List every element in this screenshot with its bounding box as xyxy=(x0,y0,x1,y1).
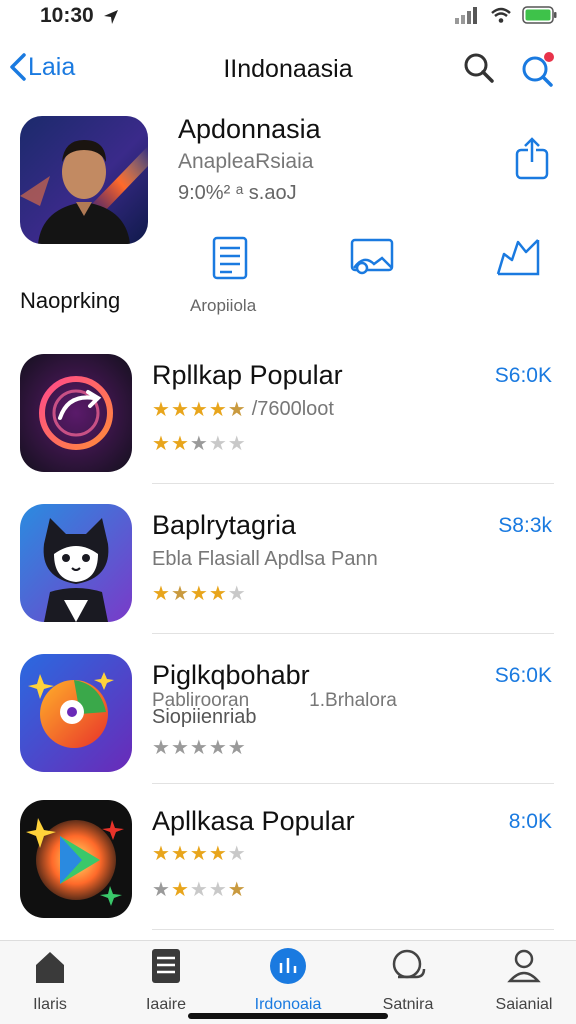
app-icon-3 xyxy=(20,654,132,772)
tab-chat[interactable]: Satnira xyxy=(358,947,458,1014)
app-rating-row: ★ ★ ★ ★ ★ xyxy=(152,844,246,864)
tab-label: Saianial xyxy=(495,996,553,1013)
app-title: Baplrytagria xyxy=(152,510,297,540)
profile-photo xyxy=(20,116,148,244)
wifi-icon xyxy=(491,7,511,23)
app-row[interactable]: Rpllkap Popular ★ ★ ★ ★ ★ /7600loot ★ ★ ★ ★ ★ S6… xyxy=(0,352,576,500)
signal-icon xyxy=(455,7,477,24)
app-subtitle: Ebla Flasiall Apdlsa Pann xyxy=(152,548,378,570)
search-icon[interactable] xyxy=(462,51,496,85)
image-icon[interactable] xyxy=(348,234,396,278)
document-icon[interactable] xyxy=(210,234,250,282)
play-icon xyxy=(20,800,132,918)
tab-label: Satnira xyxy=(382,996,434,1013)
status-bar: 10:30 xyxy=(0,0,576,34)
divider xyxy=(152,483,554,484)
apps-icon xyxy=(270,948,306,984)
rating-stars: ★ ★ ★ ★ ★ xyxy=(152,737,246,759)
tab-list[interactable]: Iaaire xyxy=(116,947,216,1014)
app-row[interactable]: Apllkasa Popular ★ ★ ★ ★ ★ ★ ★ ★ ★ ★ 8:0K xyxy=(0,798,576,946)
app-title: Apllkasa Popular xyxy=(152,806,355,836)
app-secondary-rating: ★ ★ ★ ★ ★ xyxy=(152,584,246,605)
battery-icon xyxy=(522,6,557,24)
app-row[interactable]: Baplrytagria Ebla Flasiall Apdlsa Pann ★… xyxy=(0,502,576,650)
featured-action-label: Aropiiola xyxy=(190,296,257,315)
navigation-arrow-icon xyxy=(104,10,118,24)
status-time: 10:30 xyxy=(40,4,94,27)
tab-home[interactable]: Ilaris xyxy=(0,947,100,1014)
app-downloads: /7600loot xyxy=(251,398,334,420)
home-icon xyxy=(36,952,64,983)
download-size-button[interactable]: S8:3k xyxy=(498,514,552,538)
divider xyxy=(152,783,554,784)
nav-bar: Laia IIndonaasia xyxy=(0,40,576,96)
avatar[interactable] xyxy=(20,116,148,244)
divider xyxy=(152,929,554,930)
featured-subtitle: AnapleaRsiaia xyxy=(178,150,314,173)
app-subtitle-b: 1.Brhalora xyxy=(309,690,397,711)
app-title: Rpllkap Popular xyxy=(152,360,343,390)
chart-icon[interactable] xyxy=(494,234,542,278)
rating-stars: ★ ★ ★ ★ ★ xyxy=(152,398,246,421)
rating-stars: ★ ★ ★ ★ ★ xyxy=(152,879,246,901)
download-size-button[interactable]: 8:0K xyxy=(509,810,552,834)
target-icon xyxy=(20,354,132,472)
list-icon xyxy=(152,949,180,983)
tab-profile[interactable]: Saianial xyxy=(474,947,574,1014)
tab-indonesia[interactable]: Irdonoaia xyxy=(238,947,338,1014)
tab-label: Irdonoaia xyxy=(254,996,322,1013)
game-icon xyxy=(20,654,132,772)
rating-stars: ★ ★ ★ ★ ★ xyxy=(152,843,246,865)
tab-label: Iaaire xyxy=(145,996,187,1013)
app-icon-4 xyxy=(20,800,132,918)
profile-icon xyxy=(507,949,541,983)
cat-icon xyxy=(20,504,132,622)
app-row[interactable]: Piglkqbohabr Pablirooran 1.Brhalora Siop… xyxy=(0,652,576,800)
status-icons xyxy=(454,6,558,24)
app-rating-row: ★ ★ ★ ★ ★ /7600loot xyxy=(152,398,334,421)
featured-meta: 9:0%² ᵃ s.aoJ xyxy=(178,182,297,204)
share-icon[interactable] xyxy=(512,136,552,180)
tab-bar: Ilaris Iaaire Irdonoaia Satnira Saianial xyxy=(0,940,576,1024)
featured-header: Apdonnasia AnapleaRsiaia 9:0%² ᵃ s.aoJ N… xyxy=(0,112,576,332)
featured-caption: Naoprking xyxy=(20,288,121,313)
app-title: Piglkqbohabr xyxy=(152,660,310,690)
divider xyxy=(152,633,554,634)
download-size-button[interactable]: S6:0K xyxy=(495,364,552,388)
featured-title: Apdonnasia xyxy=(178,114,321,144)
app-icon-2 xyxy=(20,504,132,622)
home-indicator[interactable] xyxy=(188,1013,388,1019)
rating-stars: ★ ★ ★ ★ ★ xyxy=(152,583,246,605)
tab-label: Ilaris xyxy=(33,996,67,1013)
app-secondary-rating: ★ ★ ★ ★ ★ xyxy=(152,738,246,759)
rating-stars: ★ ★ ★ ★ ★ xyxy=(152,433,246,455)
download-size-button[interactable]: S6:0K xyxy=(495,664,552,688)
app-secondary-rating: ★ ★ ★ ★ ★ xyxy=(152,434,246,455)
app-subtitle-overlay: Siopiienriab xyxy=(152,706,257,728)
notification-search-icon[interactable] xyxy=(518,50,558,88)
app-secondary-rating: ★ ★ ★ ★ ★ xyxy=(152,880,246,901)
app-icon-1 xyxy=(20,354,132,472)
chat-icon xyxy=(392,949,426,979)
